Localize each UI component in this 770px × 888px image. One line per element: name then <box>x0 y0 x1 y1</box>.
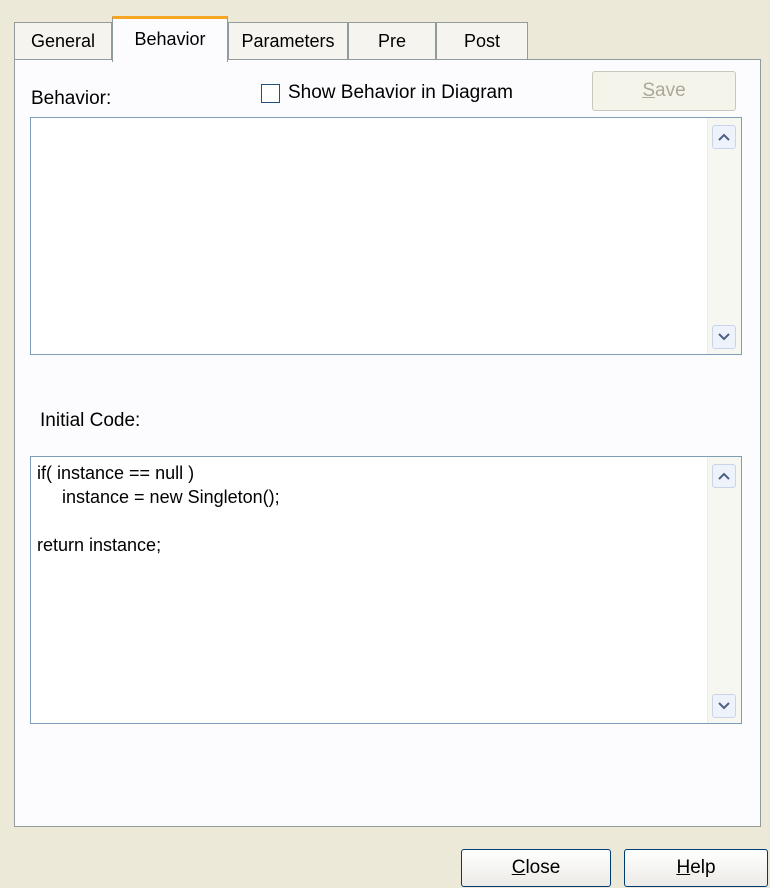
close-button[interactable]: Close <box>461 849 611 887</box>
behavior-tab-panel: Behavior: Show Behavior in Diagram Save … <box>14 59 761 827</box>
save-label-rest: ave <box>655 80 686 101</box>
close-label-rest: lose <box>525 857 561 878</box>
checkbox-box[interactable] <box>261 83 280 103</box>
initial-code-textarea[interactable]: if( instance == null ) instance = new Si… <box>30 456 742 724</box>
scroll-up-arrow-icon[interactable] <box>712 464 736 488</box>
scroll-up-arrow-icon[interactable] <box>712 125 736 149</box>
tab-post[interactable]: Post <box>436 22 528 60</box>
scroll-down-arrow-icon[interactable] <box>712 325 736 349</box>
show-behavior-in-diagram-label: Show Behavior in Diagram <box>288 82 513 103</box>
save-accelerator: S <box>642 80 656 101</box>
tab-pre[interactable]: Pre <box>348 22 436 60</box>
tab-parameters[interactable]: Parameters <box>228 22 348 60</box>
show-behavior-in-diagram-checkbox[interactable]: Show Behavior in Diagram <box>261 82 513 104</box>
behavior-scrollbar[interactable] <box>707 118 741 354</box>
help-button[interactable]: Help <box>624 849 768 887</box>
save-button[interactable]: Save <box>592 71 736 111</box>
help-accelerator: H <box>676 857 691 878</box>
initial-code-text[interactable]: if( instance == null ) instance = new Si… <box>37 461 701 557</box>
scroll-down-arrow-icon[interactable] <box>712 694 736 718</box>
initial-code-scrollbar[interactable] <box>707 457 741 723</box>
help-label-rest: elp <box>690 857 716 878</box>
tab-general[interactable]: General <box>14 22 112 60</box>
initial-code-label: Initial Code: <box>40 410 141 431</box>
behavior-textarea[interactable] <box>30 117 742 355</box>
close-accelerator: C <box>511 857 526 878</box>
tab-behavior[interactable]: Behavior <box>112 16 228 62</box>
behavior-label: Behavior: <box>31 88 112 109</box>
